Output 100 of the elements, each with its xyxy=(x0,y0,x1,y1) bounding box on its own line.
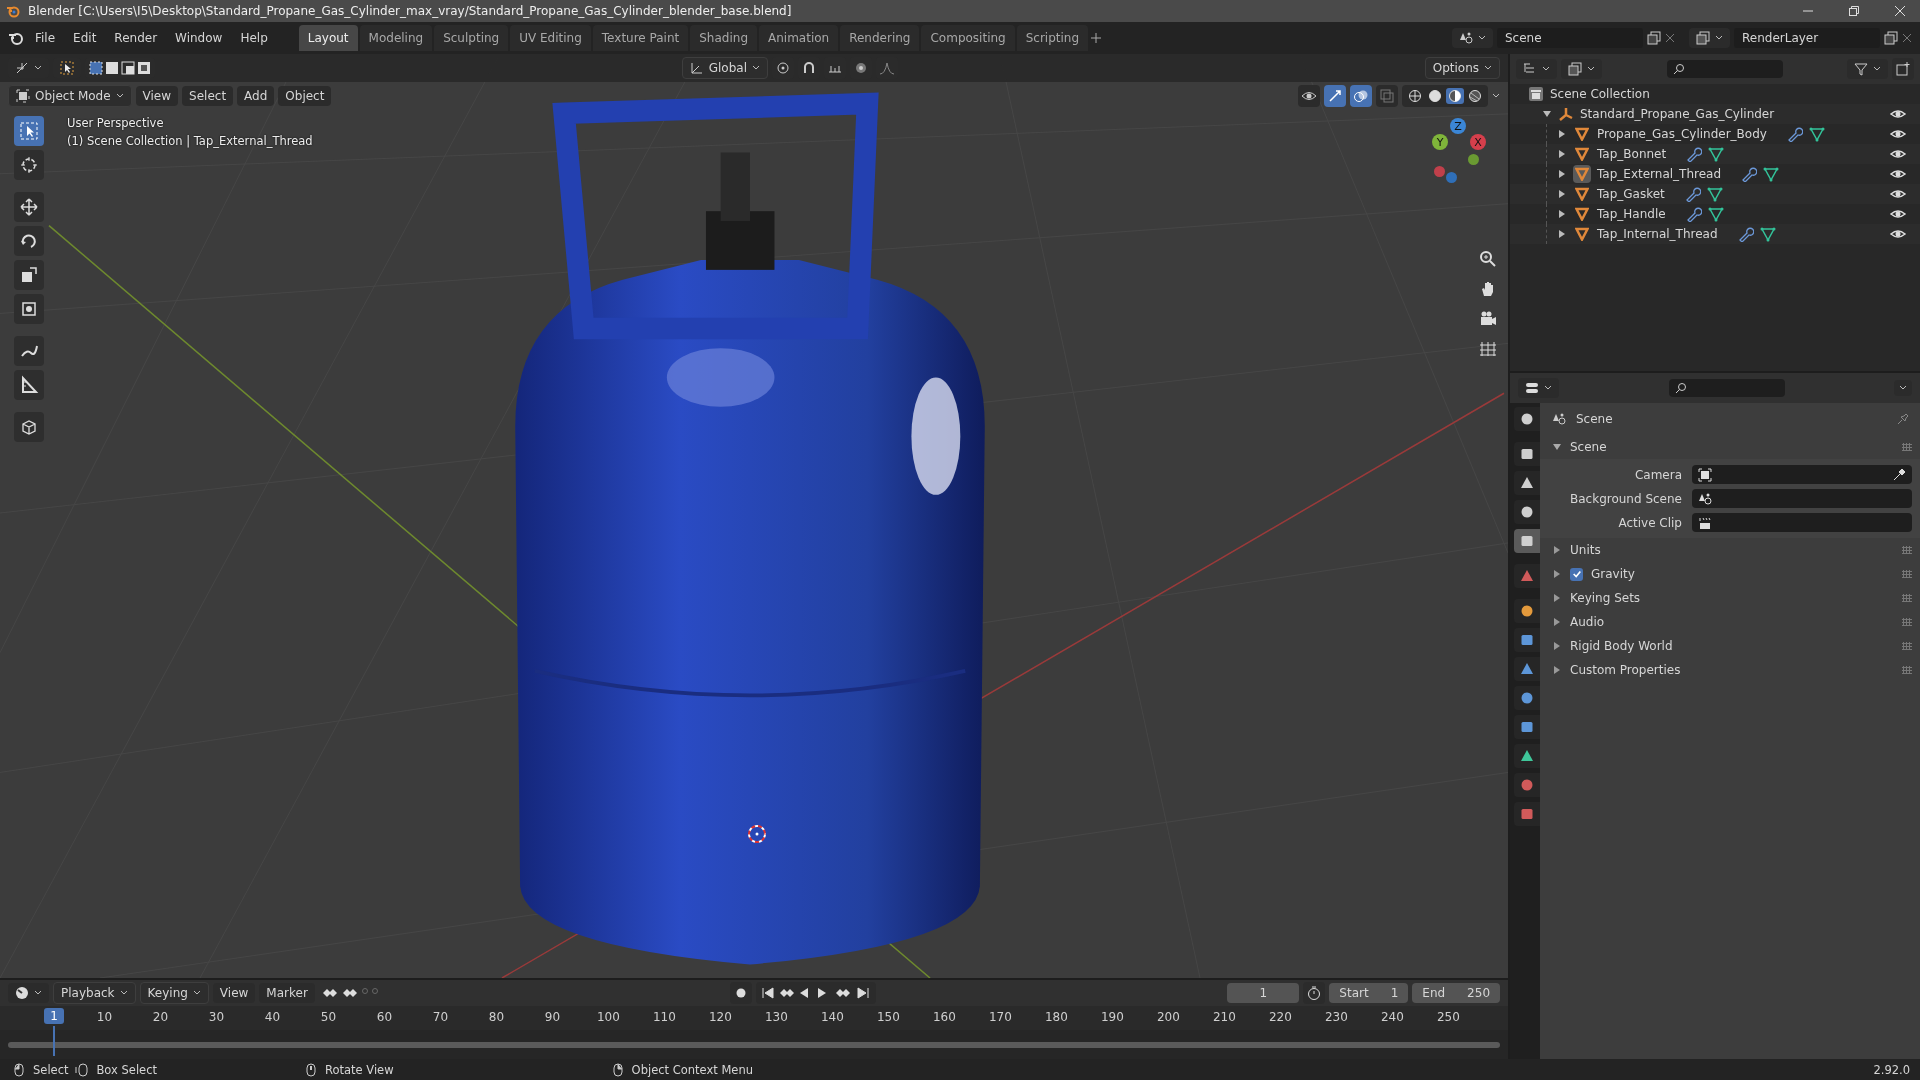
gizmo-toggle-icon[interactable] xyxy=(1324,85,1346,107)
eyedropper-icon[interactable] xyxy=(1892,467,1906,482)
selection-mode-icon[interactable] xyxy=(121,61,135,75)
panel-title[interactable]: Rigid Body World xyxy=(1570,639,1673,653)
drag-handle-icon[interactable] xyxy=(1902,594,1912,602)
gizmo-axis-handle[interactable] xyxy=(1434,166,1445,177)
mode-dropdown[interactable]: Object Mode xyxy=(8,85,132,107)
menu-item[interactable]: Window xyxy=(168,28,230,48)
tool-button[interactable] xyxy=(14,150,44,180)
shading-mode-button[interactable] xyxy=(1466,88,1484,104)
expand-arrow-icon[interactable] xyxy=(1552,641,1562,651)
copy-icon[interactable] xyxy=(1884,31,1898,45)
gizmo-axis-handle[interactable]: Y xyxy=(1432,134,1448,150)
checkbox[interactable] xyxy=(1570,567,1583,581)
search-field[interactable] xyxy=(1668,379,1785,397)
properties-tab[interactable] xyxy=(1514,744,1540,768)
expand-arrow-icon[interactable] xyxy=(1552,569,1562,579)
drag-handle-icon[interactable] xyxy=(1902,666,1912,674)
outliner-item[interactable]: Scene Collection xyxy=(1550,87,1650,101)
outliner-item[interactable]: Propane_Gas_Cylinder_Body xyxy=(1597,127,1767,141)
editor-type-button[interactable] xyxy=(8,983,49,1003)
vertex-triangle-icon[interactable] xyxy=(1707,206,1724,222)
workspace-tab[interactable]: Modeling xyxy=(359,25,433,51)
workspace-tab[interactable]: Rendering xyxy=(840,25,920,51)
outliner-item[interactable]: Tap_Handle xyxy=(1597,207,1666,221)
options-dropdown[interactable] xyxy=(1894,380,1912,396)
blender-logo-icon[interactable] xyxy=(8,30,24,46)
properties-tab[interactable] xyxy=(1514,442,1540,466)
input-field[interactable] xyxy=(1692,465,1912,484)
outliner-item[interactable]: Tap_External_Thread xyxy=(1597,167,1722,181)
tool-button[interactable] xyxy=(14,260,44,290)
properties-tab[interactable] xyxy=(1514,407,1540,431)
properties-tab[interactable] xyxy=(1514,628,1540,652)
start-frame-field[interactable]: Start 1 xyxy=(1329,983,1409,1003)
tool-button[interactable] xyxy=(14,116,44,146)
drag-handle-icon[interactable] xyxy=(1902,443,1912,451)
viewport-menu[interactable]: Object xyxy=(278,86,332,106)
record-icon[interactable] xyxy=(730,982,753,1004)
drag-handle-icon[interactable] xyxy=(1902,546,1912,554)
workspace-tab[interactable]: Texture Paint xyxy=(592,25,689,51)
options-dropdown[interactable]: Options xyxy=(1424,57,1500,79)
vertex-triangle-icon[interactable] xyxy=(1808,126,1825,142)
scene-name-field[interactable]: Scene xyxy=(1497,28,1643,48)
properties-tab[interactable] xyxy=(1514,599,1540,623)
gizmo-axis-handle[interactable] xyxy=(1468,154,1479,165)
wrench-icon[interactable] xyxy=(1737,226,1754,242)
filter-view-button[interactable] xyxy=(1561,59,1602,79)
timeline-menu[interactable]: Playback xyxy=(53,982,136,1004)
close-icon[interactable] xyxy=(1902,33,1912,43)
workspace-tab[interactable]: Compositing xyxy=(921,25,1015,51)
properties-tab[interactable] xyxy=(1514,657,1540,681)
timeline-menu[interactable]: Marker xyxy=(259,983,315,1003)
panel-title[interactable]: Audio xyxy=(1570,615,1605,629)
properties-tab[interactable] xyxy=(1514,500,1540,524)
drag-handle-icon[interactable] xyxy=(1902,642,1912,650)
tool-button[interactable] xyxy=(14,370,44,400)
copy-icon[interactable] xyxy=(1647,31,1661,45)
gizmo-axis-handle[interactable]: Z xyxy=(1450,118,1466,134)
timeline-scrollbar[interactable] xyxy=(8,1041,1500,1048)
workspace-tab[interactable]: Scripting xyxy=(1016,25,1089,51)
close-icon[interactable] xyxy=(1665,33,1675,43)
vertex-triangle-icon[interactable] xyxy=(1708,146,1725,162)
viewport-menu[interactable]: Add xyxy=(237,86,275,106)
editor-type-button[interactable] xyxy=(1518,378,1559,398)
panel-title[interactable]: Scene xyxy=(1570,440,1607,454)
vertex-triangle-icon[interactable] xyxy=(1759,226,1776,242)
tool-button[interactable] xyxy=(14,226,44,256)
outliner-item[interactable]: Tap_Gasket xyxy=(1597,187,1665,201)
wrench-icon[interactable] xyxy=(1786,126,1803,142)
tool-button[interactable] xyxy=(14,336,44,366)
playback-controls-icon[interactable] xyxy=(756,982,877,1004)
selection-mode-icon[interactable] xyxy=(105,61,119,75)
menu-item[interactable]: Help xyxy=(233,28,275,48)
add-icon[interactable] xyxy=(1090,32,1103,44)
view-layer-name-field[interactable]: RenderLayer xyxy=(1734,28,1880,48)
timeline-menu[interactable]: Keying xyxy=(139,982,209,1004)
overlay-toggle-icon[interactable] xyxy=(1350,85,1372,107)
viewport-menu[interactable]: Select xyxy=(182,86,234,106)
shading-mode-button[interactable] xyxy=(1406,88,1424,104)
expand-arrow-icon[interactable] xyxy=(1552,665,1562,675)
caret-icon[interactable] xyxy=(1492,93,1500,99)
panel-title[interactable]: Keying Sets xyxy=(1570,591,1641,605)
timeline-menu[interactable]: View xyxy=(212,983,256,1003)
menu-item[interactable]: Edit xyxy=(66,28,104,48)
properties-tab[interactable] xyxy=(1514,715,1540,739)
selection-mode-icon[interactable] xyxy=(89,61,103,75)
workspace-tab[interactable]: Shading xyxy=(690,25,757,51)
drag-handle-icon[interactable] xyxy=(1902,618,1912,626)
outliner-item[interactable]: Tap_Bonnet xyxy=(1597,147,1667,161)
shading-mode-button[interactable] xyxy=(1446,88,1464,104)
search-field[interactable] xyxy=(1666,60,1783,78)
vertex-triangle-icon[interactable] xyxy=(1706,186,1723,202)
playhead-frame[interactable]: 1 xyxy=(44,1008,64,1024)
input-field[interactable] xyxy=(1692,489,1912,508)
workspace-tab[interactable]: Animation xyxy=(759,25,839,51)
gizmo-axis-handle[interactable] xyxy=(1446,172,1457,183)
expand-arrow-icon[interactable] xyxy=(1552,442,1562,452)
view-layer-type-button[interactable] xyxy=(1689,28,1730,48)
expand-arrow-icon[interactable] xyxy=(1552,617,1562,627)
wrench-icon[interactable] xyxy=(1741,166,1758,182)
